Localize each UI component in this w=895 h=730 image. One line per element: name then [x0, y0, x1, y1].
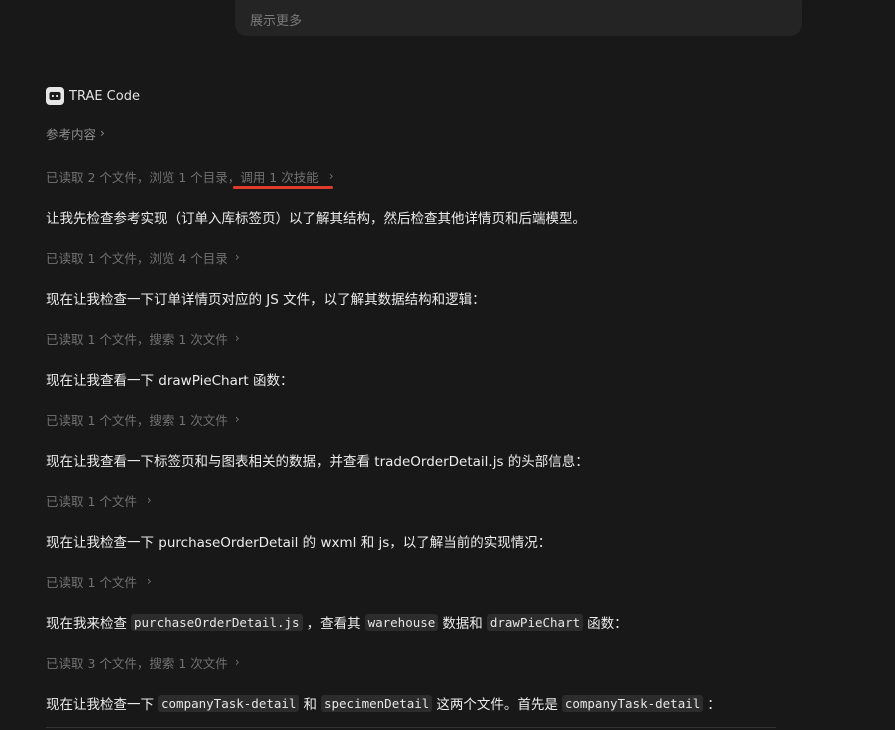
status-row-5[interactable]: 已读取 1 个文件 ›: [46, 490, 152, 510]
message-text: ，查看其: [306, 616, 361, 632]
assistant-message-1: 让我先检查参考实现（订单入库标签页）以了解其结构，然后检查其他详情页和后端模型。: [46, 207, 586, 227]
chevron-right-icon: ›: [234, 412, 240, 426]
message-text: 这两个文件。首先是: [436, 697, 558, 713]
status-text: 已读取 1 个文件，浏览 4 个目录: [46, 250, 228, 266]
status-text: 已读取 2 个文件，浏览 1 个目录，: [46, 169, 241, 185]
inline-code: purchaseOrderDetail.js: [131, 613, 303, 631]
assistant-message-2: 现在让我检查一下订单详情页对应的 JS 文件，以了解其数据结构和逻辑：: [46, 288, 486, 308]
assistant-message-4: 现在让我查看一下标签页和与图表相关的数据，并查看 tradeOrderDetai…: [46, 450, 589, 470]
reference-label: 参考内容: [46, 126, 97, 142]
message-text: 和: [303, 697, 317, 713]
chat-page: 展示更多 TRAE Code 参考内容 › 已读取 2 个文件，浏览 1 个目录…: [0, 0, 895, 730]
status-text: 已读取 1 个文件，搜索 1 次文件: [46, 412, 228, 428]
status-text: 已读取 3 个文件，搜索 1 次文件: [46, 655, 228, 671]
inline-code: warehouse: [364, 613, 439, 631]
status-row-6[interactable]: 已读取 1 个文件 ›: [46, 571, 152, 591]
status-row-4[interactable]: 已读取 1 个文件，搜索 1 次文件 ›: [46, 409, 240, 429]
chevron-right-icon: ›: [234, 250, 240, 264]
inline-code: specimenDetail: [320, 694, 433, 712]
message-text: 现在让我检查一下订单详情页对应的 JS 文件，以了解其数据结构和逻辑：: [46, 292, 486, 308]
chevron-right-icon: ›: [234, 331, 240, 345]
agent-name: TRAE Code: [69, 88, 140, 104]
inline-code: companyTask-detail: [561, 694, 704, 712]
chevron-right-icon: ›: [234, 655, 240, 669]
chevron-right-icon: ›: [100, 126, 105, 140]
message-text: 现在让我查看一下标签页和与图表相关的数据，并查看 tradeOrderDetai…: [46, 454, 589, 470]
agent-header: TRAE Code: [46, 87, 140, 105]
robot-icon: [46, 87, 64, 105]
status-row-3[interactable]: 已读取 1 个文件，搜索 1 次文件 ›: [46, 328, 240, 348]
status-text-skill: 调用 1 次技能: [240, 169, 319, 185]
assistant-message-5: 现在让我检查一下 purchaseOrderDetail 的 wxml 和 js…: [46, 531, 551, 551]
message-text: 函数：: [587, 616, 628, 632]
previous-message-panel: 展示更多: [235, 0, 802, 36]
assistant-message-7: 现在让我检查一下 companyTask-detail 和 specimenDe…: [46, 693, 721, 713]
inline-code: drawPieChart: [486, 613, 584, 631]
inline-code: companyTask-detail: [158, 694, 300, 712]
chevron-right-icon: ›: [146, 574, 152, 588]
show-more-button[interactable]: 展示更多: [250, 10, 302, 29]
highlight-underline: [233, 186, 333, 189]
assistant-message-6: 现在我来检查 purchaseOrderDetail.js ，查看其 wareh…: [46, 612, 628, 632]
message-text: 现在让我检查一下: [46, 697, 154, 713]
message-text: 让我先检查参考实现（订单入库标签页）以了解其结构，然后检查其他详情页和后端模型。: [46, 211, 586, 227]
status-row-1[interactable]: 已读取 2 个文件，浏览 1 个目录， 调用 1 次技能 ›: [46, 166, 334, 186]
message-text: 现在我来检查: [46, 616, 127, 632]
status-text: 已读取 1 个文件: [46, 493, 137, 509]
message-text: 数据和: [442, 616, 483, 632]
assistant-message-3: 现在让我查看一下 drawPieChart 函数：: [46, 369, 294, 389]
status-row-7[interactable]: 已读取 3 个文件，搜索 1 次文件 ›: [46, 652, 240, 672]
reference-toggle[interactable]: 参考内容 ›: [46, 123, 105, 143]
divider: [46, 727, 776, 728]
message-text: 现在让我检查一下 purchaseOrderDetail 的 wxml 和 js…: [46, 535, 552, 551]
status-text: 已读取 1 个文件: [46, 574, 137, 590]
status-text: 已读取 1 个文件，搜索 1 次文件: [46, 331, 228, 347]
chevron-right-icon: ›: [146, 493, 152, 507]
message-text: ：: [707, 697, 721, 713]
chevron-right-icon: ›: [328, 169, 334, 183]
message-text: 现在让我查看一下 drawPieChart 函数：: [46, 373, 294, 389]
status-row-2[interactable]: 已读取 1 个文件，浏览 4 个目录 ›: [46, 247, 240, 267]
